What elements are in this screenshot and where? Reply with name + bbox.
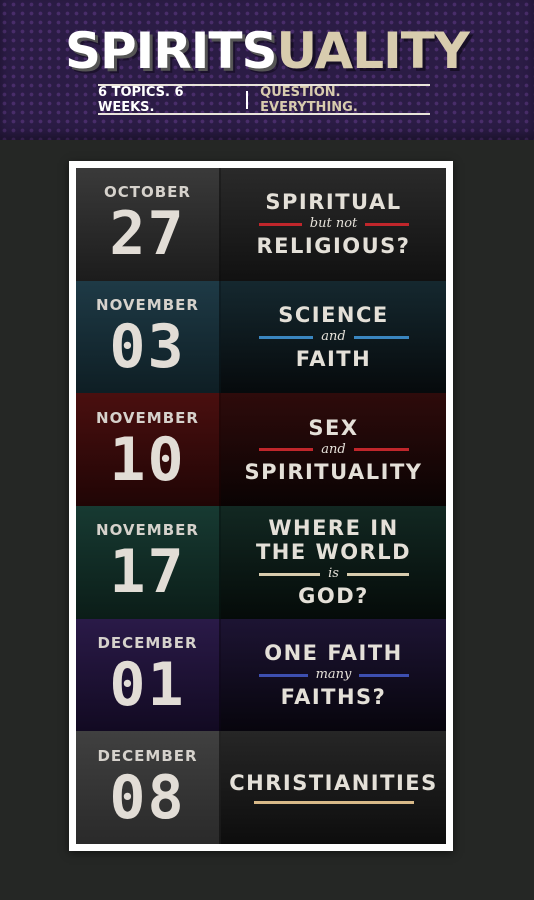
divider-line-left: [258, 673, 308, 677]
divider-line-right: [353, 448, 409, 452]
session-day: 08: [109, 762, 186, 833]
header-banner: SPIRITSUALITY 6 TOPICS. 6 WEEKS. QUESTIO…: [0, 0, 534, 140]
tagline-left: 6 TOPICS. 6 WEEKS.: [98, 85, 184, 115]
topic-line-1: SPIRITUAL: [265, 190, 402, 215]
topic-cell: CHRISTIANITIES: [221, 731, 446, 845]
date-cell: DECEMBER 08: [76, 731, 221, 845]
topic-line-1: WHERE IN: [268, 516, 399, 541]
topic-connector: is: [328, 566, 339, 582]
tagline-right: QUESTION. EVERYTHING.: [260, 85, 358, 115]
topic-line-2: RELIGIOUS?: [256, 234, 411, 259]
divider-line-left: [258, 572, 321, 576]
divider-line-right: [346, 572, 409, 576]
topic-divider: and: [258, 441, 409, 458]
session-row-1: OCTOBER 27 SPIRITUAL but not RELIGIOUS?: [76, 168, 446, 281]
schedule-card: OCTOBER 27 SPIRITUAL but not RELIGIOUS? …: [69, 161, 453, 851]
divider-line-left: [258, 335, 314, 339]
session-row-5: DECEMBER 01 ONE FAITH many FAITHS?: [76, 618, 446, 732]
topic-divider: many: [258, 667, 409, 683]
divider-line-right: [359, 673, 409, 677]
date-cell: DECEMBER 01: [76, 618, 221, 732]
logo-part-spirits: SPIRITS: [64, 22, 277, 80]
session-day: 03: [109, 312, 186, 383]
divider-line-right: [365, 222, 409, 226]
session-day: 10: [109, 424, 186, 495]
divider-line-right: [353, 335, 409, 339]
topic-line-1: SEX: [308, 415, 359, 440]
session-day: 01: [109, 650, 186, 721]
tagline-separator: [246, 91, 249, 109]
topic-line-1: SCIENCE: [278, 303, 389, 328]
session-day: 27: [109, 199, 186, 270]
date-cell: OCTOBER 27: [76, 168, 221, 281]
logo: SPIRITSUALITY: [0, 22, 534, 80]
topic-line-2: FAITH: [295, 347, 372, 372]
topic-line-1b: THE WORLD: [255, 540, 412, 565]
topic-line-2: SPIRITUALITY: [244, 459, 423, 484]
topic-line-2: GOD?: [298, 584, 369, 609]
session-row-2: NOVEMBER 03 SCIENCE and FAITH: [76, 280, 446, 394]
session-row-4: NOVEMBER 17 WHERE IN THE WORLD is GOD?: [76, 506, 446, 619]
topic-cell: SCIENCE and FAITH: [221, 280, 446, 394]
topic-divider: is: [258, 566, 409, 582]
divider-line-left: [258, 222, 302, 226]
session-row-3: NOVEMBER 10 SEX and SPIRITUALITY: [76, 393, 446, 507]
header-rule-bottom: [98, 113, 430, 115]
topic-connector: and: [321, 329, 346, 345]
date-cell: NOVEMBER 03: [76, 280, 221, 394]
topic-underline: [253, 801, 414, 805]
topic-cell: WHERE IN THE WORLD is GOD?: [221, 506, 446, 619]
topic-divider: but not: [258, 216, 409, 232]
logo-part-uality: UALITY: [276, 22, 470, 80]
topic-line-1: CHRISTIANITIES: [229, 771, 438, 796]
topic-line-2: FAITHS?: [280, 685, 387, 710]
date-cell: NOVEMBER 10: [76, 393, 221, 507]
divider-line-left: [258, 448, 314, 452]
topic-line-1: ONE FAITH: [264, 641, 403, 666]
topic-divider: and: [258, 329, 409, 345]
session-row-6: DECEMBER 08 CHRISTIANITIES: [76, 731, 446, 845]
date-cell: NOVEMBER 17: [76, 506, 221, 619]
topic-connector: many: [315, 667, 352, 683]
tagline: 6 TOPICS. 6 WEEKS. QUESTION. EVERYTHING.: [98, 85, 430, 115]
topic-connector: and: [321, 441, 346, 457]
topic-cell: ONE FAITH many FAITHS?: [221, 618, 446, 732]
topic-connector: but not: [309, 216, 358, 232]
topic-cell: SEX and SPIRITUALITY: [221, 393, 446, 507]
session-day: 17: [109, 537, 186, 608]
topic-cell: SPIRITUAL but not RELIGIOUS?: [221, 168, 446, 281]
